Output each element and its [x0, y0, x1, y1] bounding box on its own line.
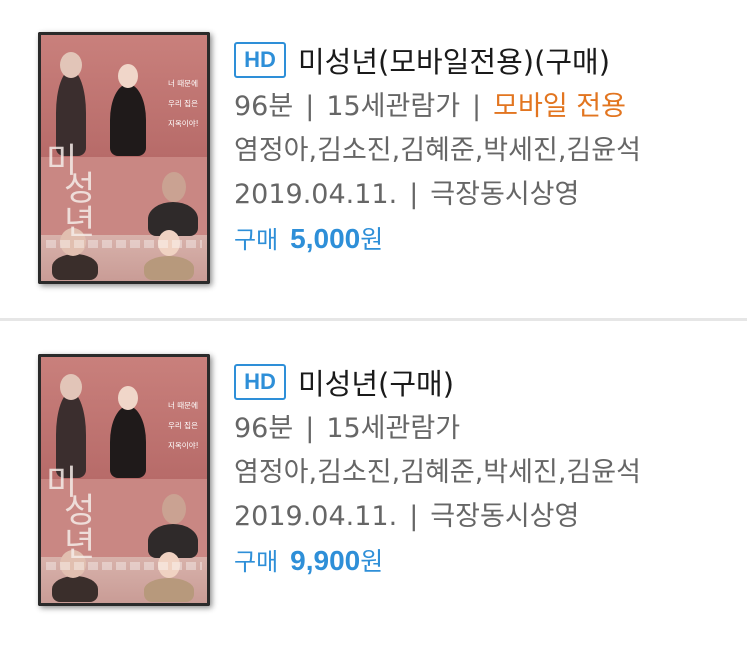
movie-poster[interactable]: 너 때문에 우리 집은 지옥이야! 미 성년 [38, 354, 210, 606]
poster-title: 미 성년 [46, 144, 95, 240]
cast-line: 염정아,김소진,김혜준,박세진,김윤석 [234, 452, 744, 494]
release-line: 2019.04.11. | 극장동시상영 [234, 174, 744, 216]
price-value: 5,000 [290, 223, 361, 254]
case-edge [38, 354, 41, 606]
cast: 염정아,김소진,김혜준,박세진,김윤석 [234, 457, 641, 488]
price-label: 구매 [234, 548, 279, 576]
price-row[interactable]: 구매 5,000원 [234, 218, 744, 260]
poster-credits [46, 562, 202, 570]
movie-info: HD 미성년(모바일전용)(구매) 96분 | 15세관람가 | 모바일 전용 염정아,… [234, 36, 744, 260]
release-note: 극장동시상영 [430, 501, 580, 532]
poster-figure [144, 578, 194, 602]
poster-credits [46, 240, 202, 248]
price-unit: 원 [360, 225, 384, 254]
poster-figure-head [118, 386, 138, 410]
duration: 96분 [234, 413, 294, 444]
poster-tagline-line: 우리 집은 [168, 99, 198, 108]
poster-figure-head [162, 172, 186, 202]
title-row[interactable]: HD 미성년(모바일전용)(구매) [234, 36, 744, 84]
movie-list-item[interactable]: 너 때문에 우리 집은 지옥이야! 미 성년 HD 미성년(구매) 96분 | 15… [0, 322, 747, 642]
case-edge [38, 32, 41, 284]
movie-list-item[interactable]: 너 때문에 우리 집은 지옥이야! 미 성년 HD 미성년(모바일전용)(구매)… [0, 0, 747, 320]
poster-figure [52, 576, 98, 602]
movie-poster[interactable]: 너 때문에 우리 집은 지옥이야! 미 성년 [38, 32, 210, 284]
poster-figure-head [118, 64, 138, 88]
hd-badge: HD [234, 42, 286, 78]
poster-figure [144, 256, 194, 280]
case-edge [38, 32, 210, 35]
separator: | [472, 91, 482, 122]
case-edge [207, 32, 210, 284]
age-rating: 15세관람가 [326, 91, 461, 122]
case-edge [207, 354, 210, 606]
cast: 염정아,김소진,김혜준,박세진,김윤석 [234, 135, 641, 166]
separator: | [409, 179, 419, 210]
title-row[interactable]: HD 미성년(구매) [234, 358, 744, 406]
poster-figure-head [60, 52, 82, 78]
separator: | [409, 501, 419, 532]
case-edge [38, 354, 210, 357]
case-edge [38, 281, 210, 284]
meta-line: 96분 | 15세관람가 [234, 408, 744, 450]
cast-line: 염정아,김소진,김혜준,박세진,김윤석 [234, 130, 744, 172]
release-date: 2019.04.11. [234, 501, 398, 532]
poster-figure [110, 406, 146, 478]
price-unit: 원 [360, 547, 384, 576]
release-note: 극장동시상영 [430, 179, 580, 210]
poster-tagline-line: 우리 집은 [168, 421, 198, 430]
release-line: 2019.04.11. | 극장동시상영 [234, 496, 744, 538]
meta-line: 96분 | 15세관람가 | 모바일 전용 [234, 86, 744, 128]
divider [0, 318, 747, 321]
movie-info: HD 미성년(구매) 96분 | 15세관람가 염정아,김소진,김혜준,박세진,김윤… [234, 358, 744, 582]
poster-tagline-line: 너 때문에 [168, 79, 198, 88]
poster-title: 미 성년 [46, 466, 95, 562]
age-rating: 15세관람가 [326, 413, 461, 444]
release-date: 2019.04.11. [234, 179, 398, 210]
price-row[interactable]: 구매 9,900원 [234, 540, 744, 582]
price-label: 구매 [234, 226, 279, 254]
poster-tagline-line: 지옥이야! [168, 441, 199, 450]
poster-figure-head [162, 494, 186, 524]
mobile-only-label: 모바일 전용 [493, 91, 626, 122]
poster-title-part: 성년 [64, 169, 96, 243]
poster-tagline: 너 때문에 우리 집은 지옥이야! [168, 396, 208, 456]
separator: | [305, 413, 315, 444]
poster-figure [110, 84, 146, 156]
price-value: 9,900 [290, 545, 361, 576]
case-edge [38, 603, 210, 606]
hd-badge: HD [234, 364, 286, 400]
movie-title[interactable]: 미성년(모바일전용)(구매) [298, 39, 610, 81]
poster-title-part: 성년 [64, 491, 96, 565]
poster-tagline: 너 때문에 우리 집은 지옥이야! [168, 74, 208, 134]
movie-title[interactable]: 미성년(구매) [298, 361, 454, 403]
poster-tagline-line: 지옥이야! [168, 119, 199, 128]
separator: | [305, 91, 315, 122]
poster-figure-head [60, 374, 82, 400]
poster-tagline-line: 너 때문에 [168, 401, 198, 410]
duration: 96분 [234, 91, 294, 122]
poster-figure [52, 254, 98, 280]
